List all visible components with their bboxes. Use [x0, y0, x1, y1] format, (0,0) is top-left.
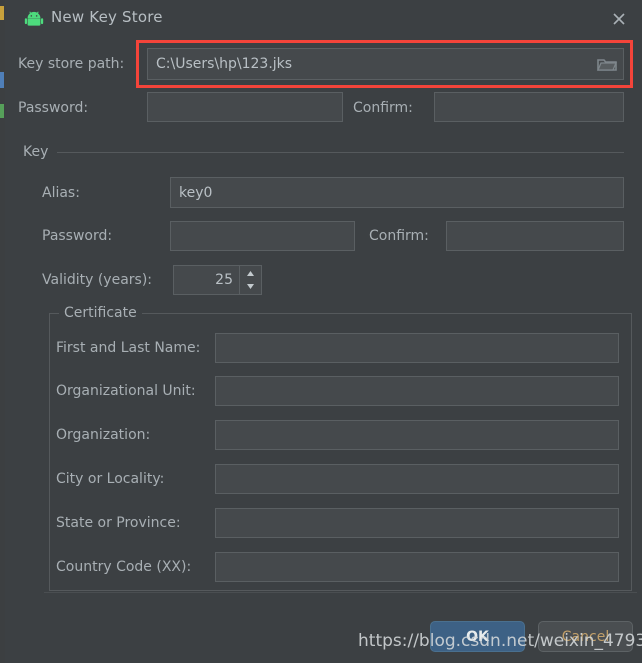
keystore-password-input[interactable]	[147, 92, 343, 122]
new-key-store-dialog-screenshot: New Key Store Key store path: C:\Users\h…	[0, 0, 642, 663]
android-robot-icon	[23, 8, 45, 30]
cert-organizational-unit-input[interactable]	[215, 376, 619, 406]
folder-icon[interactable]	[597, 56, 617, 72]
background-marker-2	[0, 72, 4, 88]
key-password-label: Password:	[42, 228, 113, 244]
key-group-title: Key	[18, 144, 54, 160]
key-validity-spinner[interactable]: 25	[173, 265, 262, 295]
cancel-button[interactable]: Cancel	[538, 621, 633, 652]
cert-state-or-province-label: State or Province:	[56, 515, 181, 531]
key-store-path-input[interactable]: C:\Users\hp\123.jks	[147, 48, 624, 80]
cert-first-last-name-label: First and Last Name:	[56, 340, 201, 356]
close-icon[interactable]	[606, 6, 632, 32]
cert-organization-label: Organization:	[56, 427, 151, 443]
cert-state-or-province-input[interactable]	[215, 508, 619, 538]
keystore-confirm-input[interactable]	[434, 92, 624, 122]
keystore-password-label: Password:	[18, 100, 89, 116]
dialog-window: New Key Store Key store path: C:\Users\h…	[5, 0, 642, 663]
key-group-separator	[57, 152, 624, 153]
key-alias-input[interactable]: key0	[170, 177, 624, 208]
key-validity-value: 25	[215, 272, 233, 288]
cert-country-code-input[interactable]	[215, 552, 619, 582]
key-store-path-value: C:\Users\hp\123.jks	[156, 56, 293, 72]
key-alias-value: key0	[179, 184, 213, 201]
title-bar: New Key Store	[5, 0, 642, 38]
background-marker-1	[0, 6, 4, 20]
key-store-path-label: Key store path:	[18, 56, 125, 72]
keystore-confirm-label: Confirm:	[353, 100, 413, 116]
key-password-input[interactable]	[170, 221, 355, 251]
cert-first-last-name-input[interactable]	[215, 333, 619, 363]
background-marker-3	[0, 104, 4, 118]
key-validity-label: Validity (years):	[42, 272, 153, 288]
certificate-group-title: Certificate	[59, 305, 142, 321]
cert-organizational-unit-label: Organizational Unit:	[56, 383, 196, 399]
cert-city-or-locality-label: City or Locality:	[56, 471, 165, 487]
dialog-title: New Key Store	[51, 8, 163, 26]
key-alias-label: Alias:	[42, 185, 80, 201]
key-confirm-label: Confirm:	[369, 228, 429, 244]
cert-organization-input[interactable]	[215, 420, 619, 450]
cert-city-or-locality-input[interactable]	[215, 464, 619, 494]
ok-button[interactable]: OK	[430, 621, 525, 652]
key-confirm-input[interactable]	[446, 221, 624, 251]
footer-divider	[44, 592, 637, 593]
cert-country-code-label: Country Code (XX):	[56, 559, 192, 575]
spinner-stepper-buttons[interactable]	[239, 266, 261, 294]
